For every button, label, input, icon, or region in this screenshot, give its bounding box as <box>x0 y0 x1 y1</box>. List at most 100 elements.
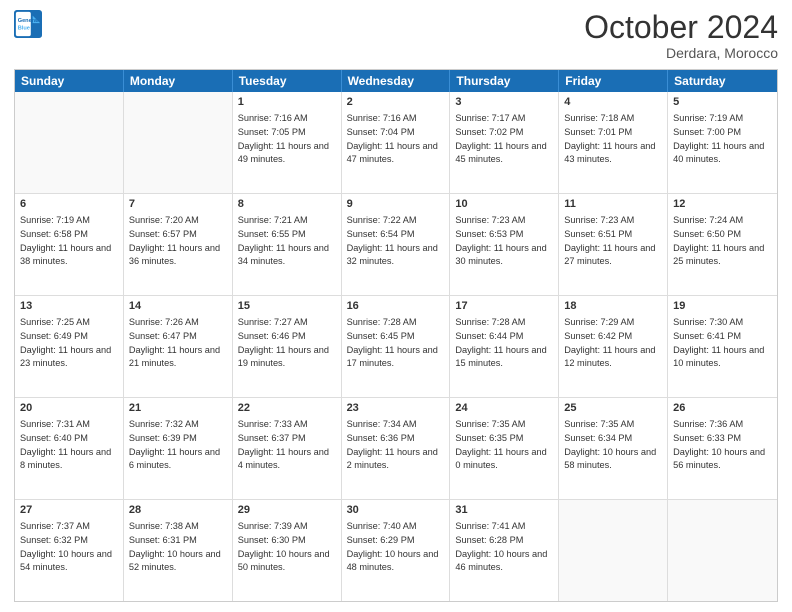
calendar-row-4: 27 Sunrise: 7:37 AM Sunset: 6:32 PM Dayli… <box>15 499 777 601</box>
cell-info: Sunrise: 7:39 AM Sunset: 6:30 PM Dayligh… <box>238 521 330 572</box>
header-day-monday: Monday <box>124 70 233 92</box>
cell-info: Sunrise: 7:18 AM Sunset: 7:01 PM Dayligh… <box>564 113 655 164</box>
title-block: October 2024 Derdara, Morocco <box>584 10 778 61</box>
day-number: 8 <box>238 197 336 212</box>
calendar-cell: 6Sunrise: 7:19 AM Sunset: 6:58 PM Daylig… <box>15 194 124 295</box>
day-number: 20 <box>20 401 118 416</box>
header-day-wednesday: Wednesday <box>342 70 451 92</box>
calendar-cell: 15 Sunrise: 7:27 AM Sunset: 6:46 PM Dayli… <box>233 296 342 397</box>
calendar-cell: 20Sunrise: 7:31 AM Sunset: 6:40 PM Dayli… <box>15 398 124 499</box>
cell-info: Sunrise: 7:23 AM Sunset: 6:51 PM Dayligh… <box>564 215 655 266</box>
calendar-cell <box>15 92 124 193</box>
calendar-cell: 28Sunrise: 7:38 AM Sunset: 6:31 PM Dayli… <box>124 500 233 601</box>
cell-info: Sunrise: 7:24 AM Sunset: 6:50 PM Dayligh… <box>673 215 764 266</box>
cell-info: Sunrise: 7:36 AM Sunset: 6:33 PM Dayligh… <box>673 419 765 470</box>
calendar-cell: 17 Sunrise: 7:28 AM Sunset: 6:44 PM Dayli… <box>450 296 559 397</box>
cell-info: Sunrise: 7:26 AM Sunset: 6:47 PM Dayligh… <box>129 317 220 368</box>
svg-text:Blue: Blue <box>18 26 30 32</box>
logo: General Blue <box>14 10 42 38</box>
calendar-cell: 1 Sunrise: 7:16 AM Sunset: 7:05 PM Daylig… <box>233 92 342 193</box>
day-number: 1 <box>238 95 336 110</box>
day-number: 10 <box>455 197 553 212</box>
calendar-cell: 2 Sunrise: 7:16 AM Sunset: 7:04 PM Daylig… <box>342 92 451 193</box>
cell-info: Sunrise: 7:23 AM Sunset: 6:53 PM Dayligh… <box>455 215 546 266</box>
calendar-cell: 12 Sunrise: 7:24 AM Sunset: 6:50 PM Dayli… <box>668 194 777 295</box>
calendar-cell: 23 Sunrise: 7:34 AM Sunset: 6:36 PM Dayli… <box>342 398 451 499</box>
cell-info: Sunrise: 7:32 AM Sunset: 6:39 PM Dayligh… <box>129 419 220 470</box>
cell-info: Sunrise: 7:21 AM Sunset: 6:55 PM Dayligh… <box>238 215 329 266</box>
cell-info: Sunrise: 7:16 AM Sunset: 7:04 PM Dayligh… <box>347 113 438 164</box>
calendar-cell: 16 Sunrise: 7:28 AM Sunset: 6:45 PM Dayli… <box>342 296 451 397</box>
page: General Blue October 2024 Derdara, Moroc… <box>0 0 792 612</box>
cell-info: Sunrise: 7:30 AM Sunset: 6:41 PM Dayligh… <box>673 317 764 368</box>
day-number: 30 <box>347 503 445 518</box>
cell-info: Sunrise: 7:17 AM Sunset: 7:02 PM Dayligh… <box>455 113 546 164</box>
logo-icon: General Blue <box>14 10 42 38</box>
calendar-cell: 11 Sunrise: 7:23 AM Sunset: 6:51 PM Dayli… <box>559 194 668 295</box>
header-day-saturday: Saturday <box>668 70 777 92</box>
day-number: 14 <box>129 299 227 314</box>
day-number: 25 <box>564 401 662 416</box>
cell-info: Sunrise: 7:33 AM Sunset: 6:37 PM Dayligh… <box>238 419 329 470</box>
cell-info: Sunrise: 7:28 AM Sunset: 6:45 PM Dayligh… <box>347 317 438 368</box>
cell-info: Sunrise: 7:37 AM Sunset: 6:32 PM Dayligh… <box>20 521 112 572</box>
cell-info: Sunrise: 7:19 AM Sunset: 7:00 PM Dayligh… <box>673 113 764 164</box>
month-title: October 2024 <box>584 10 778 45</box>
day-number: 23 <box>347 401 445 416</box>
calendar-cell: 31Sunrise: 7:41 AM Sunset: 6:28 PM Dayli… <box>450 500 559 601</box>
cell-info: Sunrise: 7:22 AM Sunset: 6:54 PM Dayligh… <box>347 215 438 266</box>
day-number: 7 <box>129 197 227 212</box>
cell-info: Sunrise: 7:16 AM Sunset: 7:05 PM Dayligh… <box>238 113 329 164</box>
header: General Blue October 2024 Derdara, Moroc… <box>14 10 778 61</box>
calendar-cell: 18Sunrise: 7:29 AM Sunset: 6:42 PM Dayli… <box>559 296 668 397</box>
day-number: 11 <box>564 197 662 212</box>
day-number: 4 <box>564 95 662 110</box>
day-number: 5 <box>673 95 772 110</box>
calendar-cell: 26 Sunrise: 7:36 AM Sunset: 6:33 PM Dayli… <box>668 398 777 499</box>
calendar-cell: 3Sunrise: 7:17 AM Sunset: 7:02 PM Daylig… <box>450 92 559 193</box>
day-number: 15 <box>238 299 336 314</box>
day-number: 12 <box>673 197 772 212</box>
calendar-cell: 9 Sunrise: 7:22 AM Sunset: 6:54 PM Daylig… <box>342 194 451 295</box>
calendar-cell: 7 Sunrise: 7:20 AM Sunset: 6:57 PM Daylig… <box>124 194 233 295</box>
calendar-row-2: 13 Sunrise: 7:25 AM Sunset: 6:49 PM Dayli… <box>15 295 777 397</box>
calendar-cell: 21Sunrise: 7:32 AM Sunset: 6:39 PM Dayli… <box>124 398 233 499</box>
header-day-friday: Friday <box>559 70 668 92</box>
day-number: 27 <box>20 503 118 518</box>
calendar-cell: 27 Sunrise: 7:37 AM Sunset: 6:32 PM Dayli… <box>15 500 124 601</box>
calendar-header: SundayMondayTuesdayWednesdayThursdayFrid… <box>15 70 777 92</box>
day-number: 9 <box>347 197 445 212</box>
calendar-cell: 14 Sunrise: 7:26 AM Sunset: 6:47 PM Dayli… <box>124 296 233 397</box>
day-number: 26 <box>673 401 772 416</box>
calendar-cell: 5 Sunrise: 7:19 AM Sunset: 7:00 PM Daylig… <box>668 92 777 193</box>
calendar-cell <box>124 92 233 193</box>
calendar-row-3: 20Sunrise: 7:31 AM Sunset: 6:40 PM Dayli… <box>15 397 777 499</box>
day-number: 22 <box>238 401 336 416</box>
cell-info: Sunrise: 7:28 AM Sunset: 6:44 PM Dayligh… <box>455 317 546 368</box>
cell-info: Sunrise: 7:40 AM Sunset: 6:29 PM Dayligh… <box>347 521 439 572</box>
day-number: 17 <box>455 299 553 314</box>
day-number: 13 <box>20 299 118 314</box>
calendar-cell: 25Sunrise: 7:35 AM Sunset: 6:34 PM Dayli… <box>559 398 668 499</box>
calendar-row-0: 1 Sunrise: 7:16 AM Sunset: 7:05 PM Daylig… <box>15 92 777 193</box>
day-number: 29 <box>238 503 336 518</box>
cell-info: Sunrise: 7:25 AM Sunset: 6:49 PM Dayligh… <box>20 317 111 368</box>
cell-info: Sunrise: 7:34 AM Sunset: 6:36 PM Dayligh… <box>347 419 438 470</box>
calendar: SundayMondayTuesdayWednesdayThursdayFrid… <box>14 69 778 602</box>
calendar-cell: 24Sunrise: 7:35 AM Sunset: 6:35 PM Dayli… <box>450 398 559 499</box>
day-number: 24 <box>455 401 553 416</box>
day-number: 16 <box>347 299 445 314</box>
day-number: 19 <box>673 299 772 314</box>
header-day-tuesday: Tuesday <box>233 70 342 92</box>
cell-info: Sunrise: 7:29 AM Sunset: 6:42 PM Dayligh… <box>564 317 655 368</box>
cell-info: Sunrise: 7:27 AM Sunset: 6:46 PM Dayligh… <box>238 317 329 368</box>
calendar-cell: 10 Sunrise: 7:23 AM Sunset: 6:53 PM Dayli… <box>450 194 559 295</box>
calendar-cell: 30 Sunrise: 7:40 AM Sunset: 6:29 PM Dayli… <box>342 500 451 601</box>
cell-info: Sunrise: 7:20 AM Sunset: 6:57 PM Dayligh… <box>129 215 220 266</box>
calendar-cell: 13 Sunrise: 7:25 AM Sunset: 6:49 PM Dayli… <box>15 296 124 397</box>
calendar-cell <box>668 500 777 601</box>
cell-info: Sunrise: 7:38 AM Sunset: 6:31 PM Dayligh… <box>129 521 221 572</box>
cell-info: Sunrise: 7:19 AM Sunset: 6:58 PM Dayligh… <box>20 215 111 266</box>
day-number: 2 <box>347 95 445 110</box>
cell-info: Sunrise: 7:41 AM Sunset: 6:28 PM Dayligh… <box>455 521 547 572</box>
